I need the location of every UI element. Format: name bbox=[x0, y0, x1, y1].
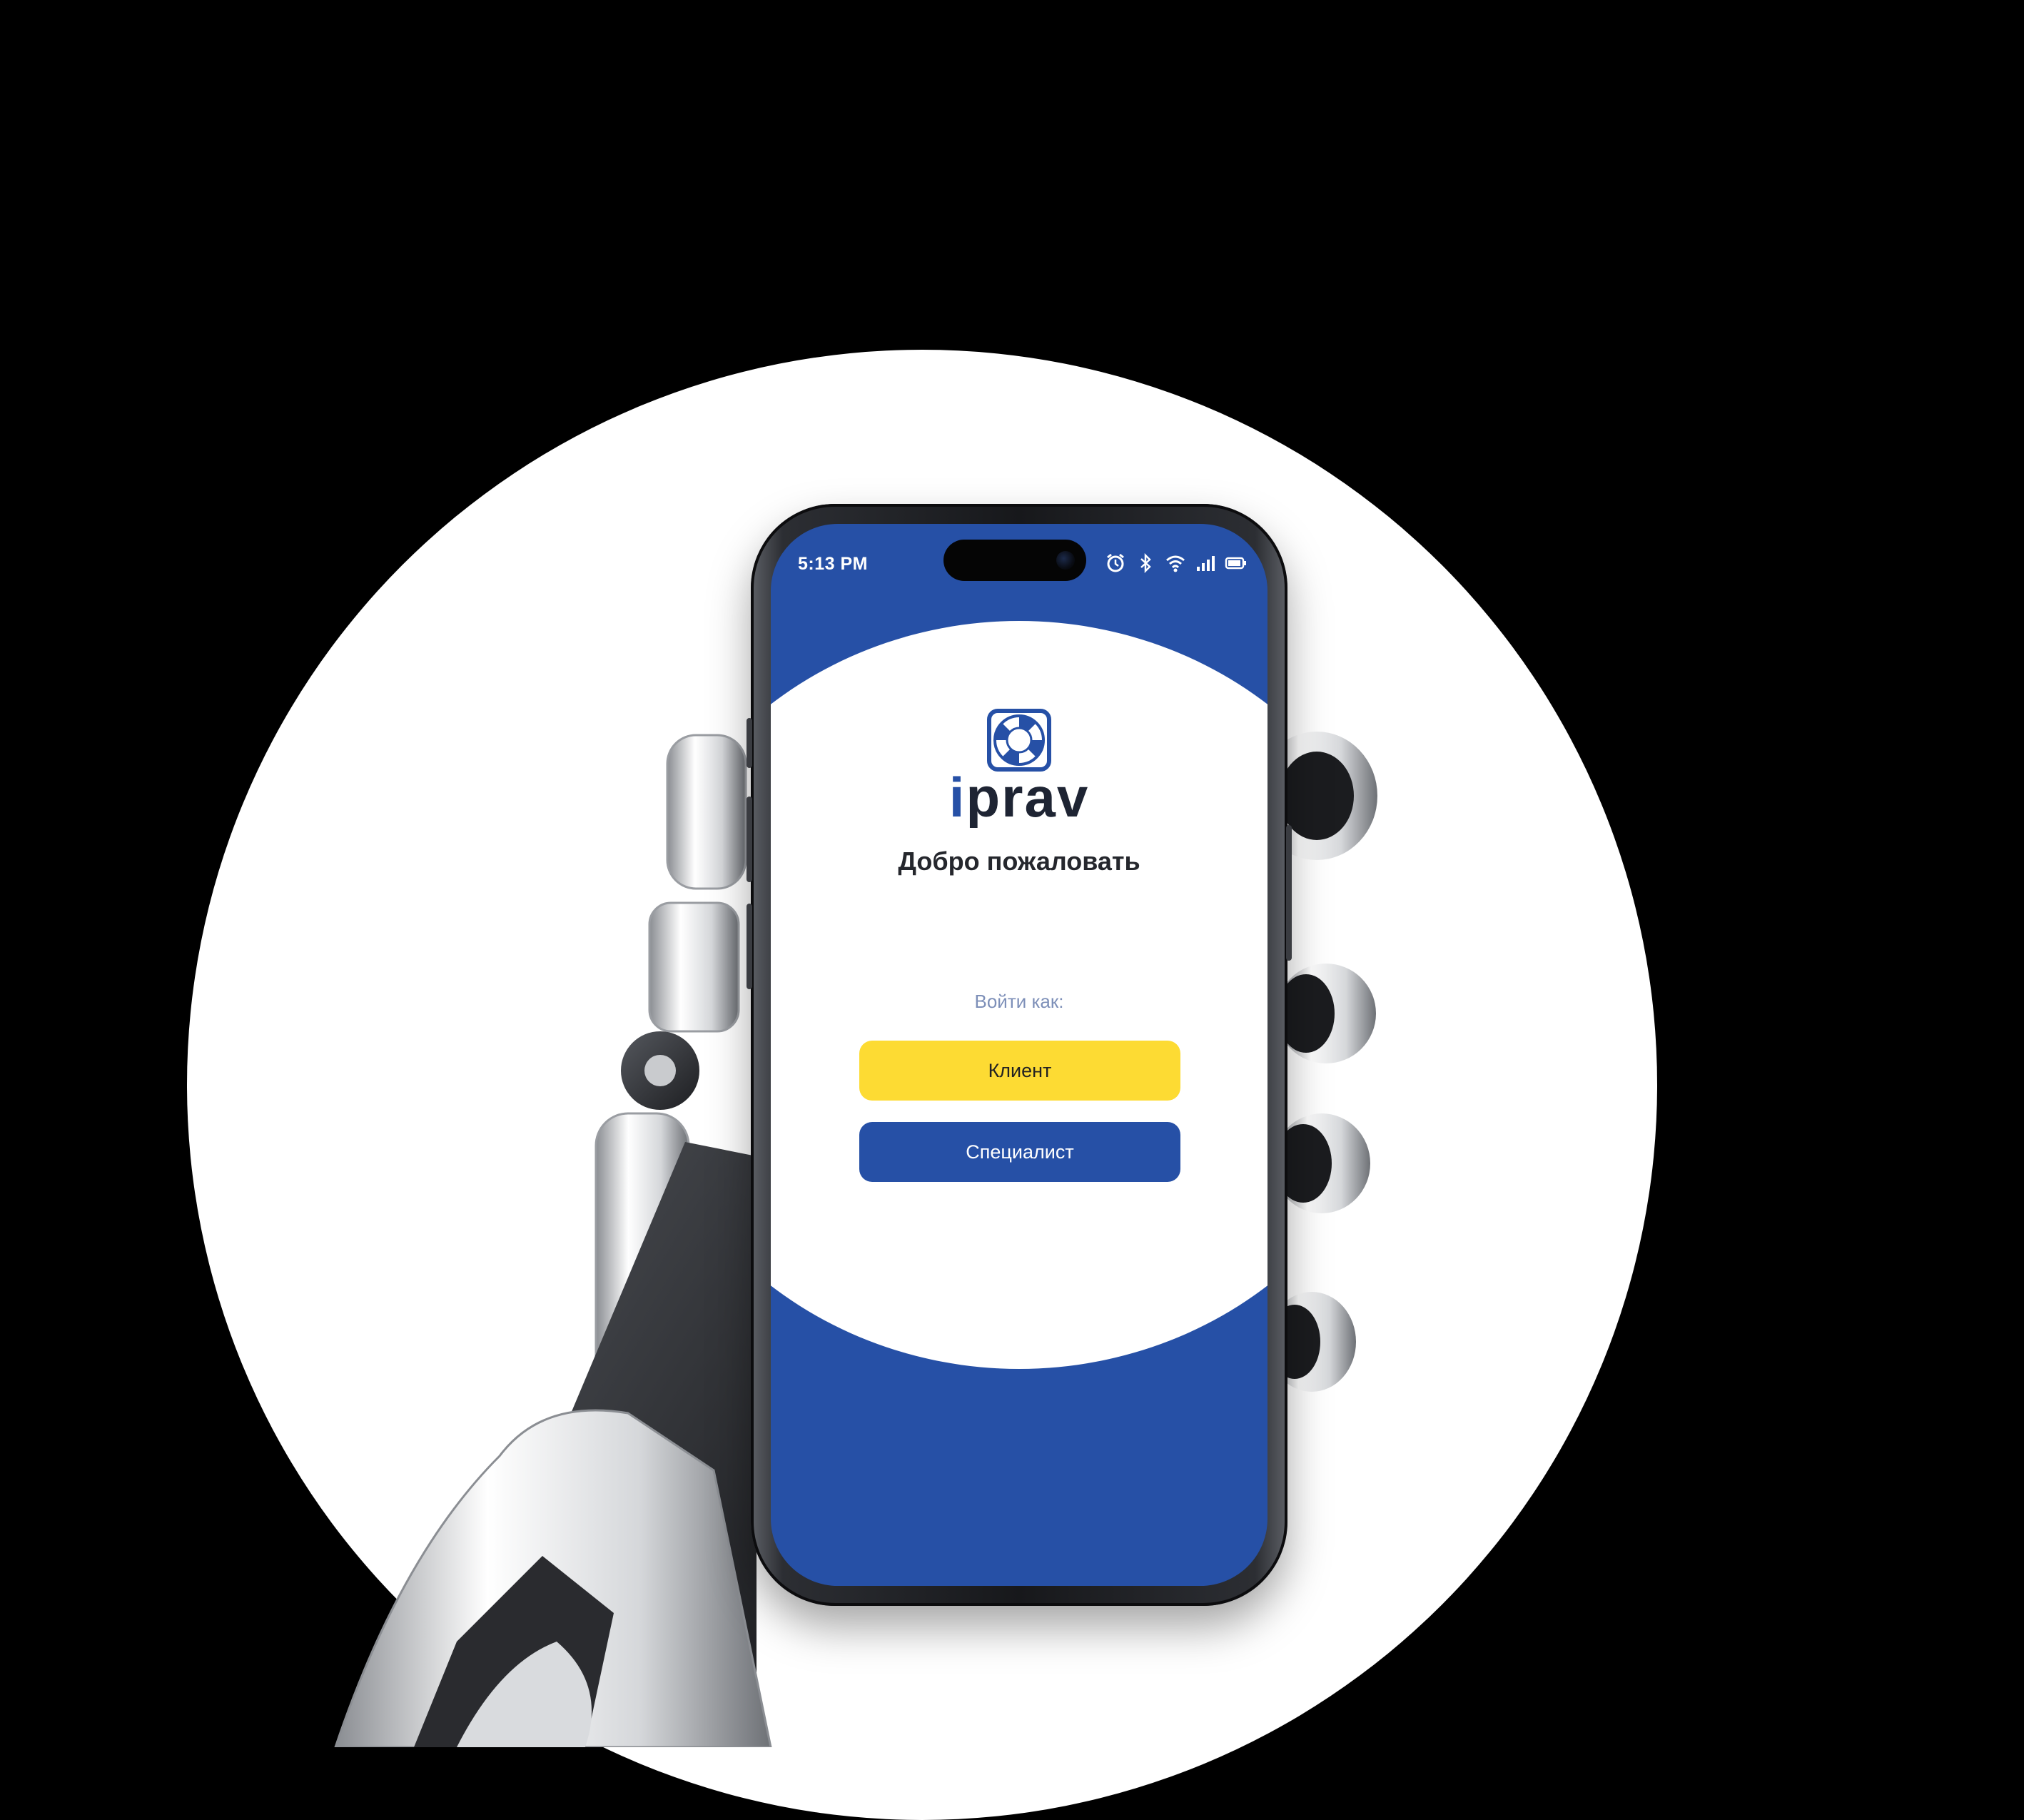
specialist-login-button[interactable]: Специалист bbox=[859, 1122, 1180, 1182]
smartphone: 5:13 PM iprav Добро пожаловать Войти как… bbox=[747, 504, 1292, 1606]
wifi-icon bbox=[1165, 552, 1186, 574]
battery-icon bbox=[1225, 552, 1246, 574]
volume-down-button bbox=[747, 904, 752, 989]
front-camera-icon bbox=[1056, 551, 1075, 570]
logo-prefix: i bbox=[948, 766, 966, 829]
logo-name: prav bbox=[966, 766, 1090, 829]
welcome-title: Добро пожаловать bbox=[898, 846, 1140, 876]
client-login-button[interactable]: Клиент bbox=[859, 1041, 1180, 1101]
lifebuoy-logo-icon bbox=[986, 708, 1052, 772]
scene: 5:13 PM iprav Добро пожаловать Войти как… bbox=[0, 0, 2024, 1820]
app-logo-wordmark: iprav bbox=[771, 765, 1267, 830]
bluetooth-icon bbox=[1135, 552, 1156, 574]
dynamic-island bbox=[943, 540, 1086, 581]
status-time: 5:13 PM bbox=[798, 554, 868, 574]
power-button bbox=[1286, 825, 1292, 961]
status-bar: 5:13 PM bbox=[771, 524, 1267, 602]
volume-up-button bbox=[747, 797, 752, 882]
login-as-label: Войти как: bbox=[974, 991, 1064, 1012]
phone-screen: 5:13 PM iprav Добро пожаловать Войти как… bbox=[771, 524, 1267, 1586]
mute-switch bbox=[747, 718, 752, 768]
signal-icon bbox=[1195, 552, 1216, 574]
status-icons bbox=[1105, 552, 1246, 574]
alarm-icon bbox=[1105, 552, 1126, 574]
